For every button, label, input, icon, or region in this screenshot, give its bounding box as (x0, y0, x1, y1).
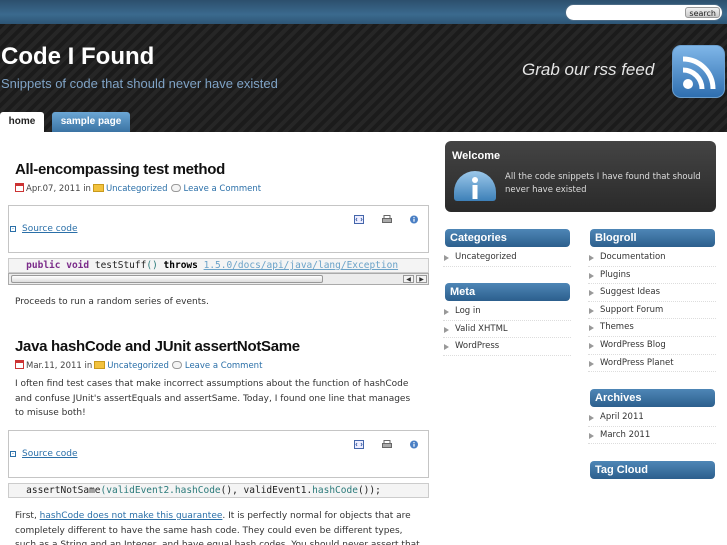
post-meta-in: in (83, 184, 91, 194)
welcome-text: All the code snippets I have found that … (505, 172, 701, 195)
source-code-box: - Source code (8, 205, 429, 253)
post-date: Apr.07, 2011 (26, 184, 81, 194)
expand-icon[interactable]: - (10, 451, 16, 457)
tab-home[interactable]: home (0, 112, 44, 132)
tag-cloud-widget-title: Tag Cloud (590, 461, 715, 479)
folder-icon (94, 361, 106, 369)
scroll-right-arrow[interactable]: ▶ (416, 275, 427, 283)
view-source-icon[interactable] (354, 440, 364, 449)
meta-item-valid-xhtml[interactable]: Valid XHTML (443, 321, 571, 339)
blogroll-item[interactable]: Support Forum (588, 302, 716, 320)
meta-widget-title: Meta (445, 283, 570, 301)
print-icon[interactable] (382, 440, 392, 449)
categories-widget-title: Categories (445, 229, 570, 247)
calendar-icon (15, 183, 24, 192)
post-category-link[interactable]: Uncategorized (106, 184, 168, 194)
blogroll-item[interactable]: Themes (588, 319, 716, 337)
source-code-link[interactable]: Source code (22, 449, 77, 459)
tab-sample-page[interactable]: sample page (52, 112, 130, 132)
blogroll-item[interactable]: WordPress Blog (588, 337, 716, 355)
blogroll-item[interactable]: WordPress Planet (588, 355, 716, 373)
exception-link[interactable]: 1.5.0/docs/api/java/lang/Exception (204, 260, 398, 271)
hashcode-guarantee-link[interactable]: hashCode does not make this guarantee (40, 511, 223, 521)
post-category-link[interactable]: Uncategorized (107, 361, 169, 371)
post-meta-in: in (84, 361, 93, 371)
search-box: search (565, 4, 723, 21)
print-icon[interactable] (382, 215, 392, 224)
archive-item[interactable]: April 2011 (588, 409, 716, 427)
archives-widget-title: Archives (590, 389, 715, 407)
site-title[interactable]: Code I Found (1, 43, 154, 71)
post-title[interactable]: All-encompassing test method (15, 161, 225, 178)
source-code-box: - Source code (8, 430, 429, 478)
source-code-link[interactable]: Source code (22, 224, 77, 234)
scrollbar-thumb[interactable] (11, 275, 323, 283)
expand-icon[interactable]: - (10, 226, 16, 232)
calendar-icon (15, 360, 24, 369)
blogroll-widget-title: Blogroll (590, 229, 715, 247)
comment-icon (171, 361, 182, 369)
meta-item-login[interactable]: Log in (443, 303, 571, 321)
welcome-title: Welcome (452, 150, 501, 162)
archive-item[interactable]: March 2011 (588, 427, 716, 445)
archives-list: April 2011 March 2011 (588, 409, 716, 445)
info-icon (454, 171, 496, 201)
search-input[interactable] (572, 6, 684, 19)
leave-comment-link[interactable]: Leave a Comment (184, 184, 262, 194)
comment-icon (170, 184, 181, 192)
categories-list: Uncategorized (443, 249, 571, 267)
search-button[interactable]: search (685, 7, 720, 18)
post-title[interactable]: Java hashCode and JUnit assertNotSame (15, 338, 300, 355)
code-line: public void testStuff() throws 1.5.0/doc… (8, 258, 429, 273)
blogroll-item[interactable]: Suggest Ideas (588, 284, 716, 302)
rss-feed-link[interactable]: Grab our rss feed (522, 60, 654, 80)
post-intro: I often find test cases that make incorr… (15, 379, 411, 418)
rss-icon[interactable] (672, 45, 725, 98)
meta-item-wordpress[interactable]: WordPress (443, 338, 571, 356)
post-meta: Mar.11, 2011 in Uncategorized Leave a Comm… (15, 360, 262, 371)
blogroll-list: Documentation Plugins Suggest Ideas Supp… (588, 249, 716, 373)
code-line: assertNotSame(validEvent2.hashCode(), va… (8, 483, 429, 498)
top-bar: search (0, 0, 727, 24)
post-body: Proceeds to run a random series of event… (15, 297, 209, 307)
info-icon[interactable] (409, 440, 419, 449)
welcome-widget: Welcome All the code snippets I have fou… (445, 141, 716, 212)
meta-list: Log in Valid XHTML WordPress (443, 303, 571, 356)
site-tagline: Snippets of code that should never have … (1, 76, 278, 91)
category-item[interactable]: Uncategorized (443, 249, 571, 267)
code-scrollbar[interactable]: ◀ ▶ (8, 273, 429, 285)
scroll-left-arrow[interactable]: ◀ (403, 275, 414, 283)
leave-comment-link[interactable]: Leave a Comment (185, 361, 263, 371)
folder-icon (92, 184, 104, 192)
view-source-icon[interactable] (354, 215, 364, 224)
blogroll-item[interactable]: Documentation (588, 249, 716, 267)
main-content: All-encompassing test method Apr.07, 201… (0, 132, 435, 545)
info-icon[interactable] (409, 215, 419, 224)
post-date: Mar.11, 2011 (26, 361, 82, 371)
post-meta: Apr.07, 2011 in Uncategorized Leave a Comm… (15, 183, 261, 194)
blogroll-item[interactable]: Plugins (588, 267, 716, 285)
post-body: First, hashCode does not make this guara… (15, 511, 420, 545)
